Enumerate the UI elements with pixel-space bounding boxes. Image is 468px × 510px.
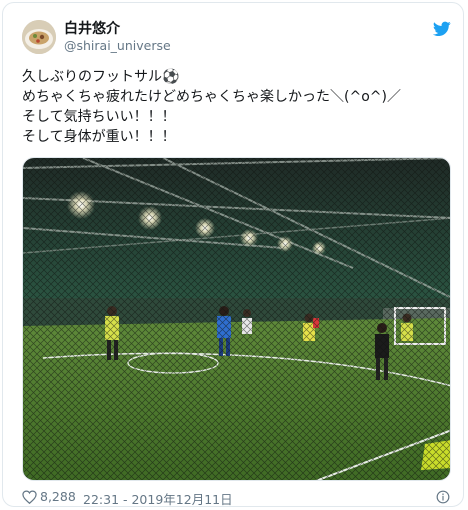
futsal-court-photo-icon xyxy=(23,158,450,480)
tweet-line: そして身体が重い！！！ xyxy=(22,129,176,145)
avatar[interactable] xyxy=(22,20,56,54)
user-handle[interactable]: @shirai_universe xyxy=(64,38,171,53)
tweet-text: 久しぶりのフットサル⚽ めちゃくちゃ疲れたけどめちゃくちゃ楽しかった＼(^o^)… xyxy=(22,67,452,147)
user-name[interactable]: 白井悠介 xyxy=(64,18,120,38)
twitter-bird-icon[interactable] xyxy=(433,21,451,37)
tweet-card: 白井悠介 @shirai_universe 久しぶりのフットサル⚽ めちゃくちゃ… xyxy=(2,2,464,507)
tweet-footer: 8,288 22:31 - 2019年12月11日 xyxy=(22,489,452,507)
tweet-line: そして気持ちいい！！！ xyxy=(22,109,176,125)
info-icon[interactable] xyxy=(436,490,450,504)
tweet-line: めちゃくちゃ疲れたけどめちゃくちゃ楽しかった＼(^o^)／ xyxy=(22,89,401,105)
tweet-photo[interactable] xyxy=(22,157,451,481)
timestamp[interactable]: 22:31 - 2019年12月11日 xyxy=(83,489,233,508)
heart-icon[interactable] xyxy=(22,490,37,504)
tweet-line: 久しぶりのフットサル⚽ xyxy=(22,69,180,85)
avatar-photo-icon xyxy=(22,20,56,54)
like-count[interactable]: 8,288 xyxy=(40,489,76,504)
